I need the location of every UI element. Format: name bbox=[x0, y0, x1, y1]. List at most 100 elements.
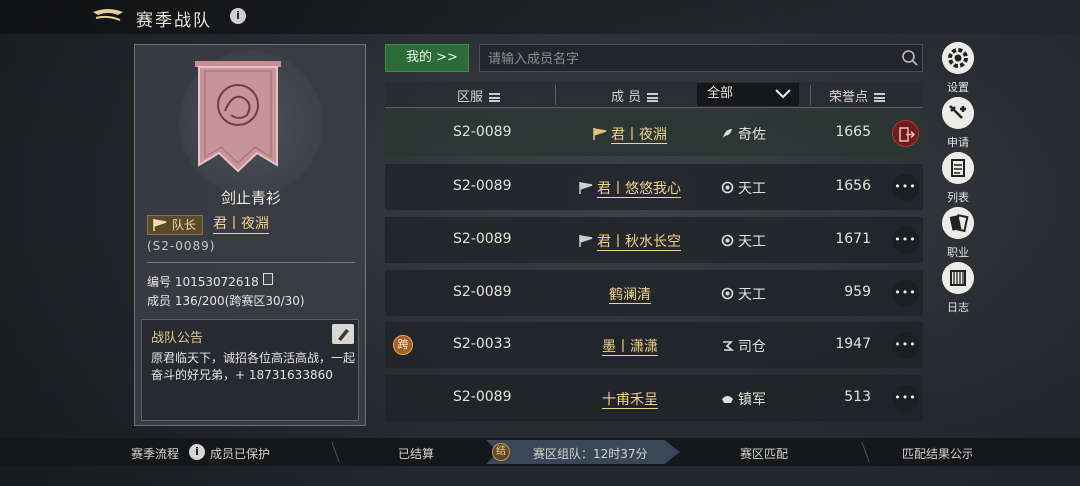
copy-icon[interactable] bbox=[263, 273, 273, 285]
my-position-button[interactable]: 我的 >> bbox=[385, 44, 469, 72]
chevron-down-icon bbox=[775, 89, 791, 99]
team-info-panel: 剑止青衫 队长 君丨夜淵 (S2-0089) 编号 10153072618 成员… bbox=[134, 44, 366, 426]
leave-team-button[interactable] bbox=[892, 120, 919, 147]
exit-icon bbox=[899, 127, 916, 142]
table-row[interactable]: 跨 S2-0033 墨丨潇潇 司仓 1947 bbox=[385, 322, 923, 368]
log-button[interactable]: 日志 bbox=[940, 262, 976, 315]
stage-match: 赛区匹配 bbox=[740, 447, 789, 461]
row-profession: 天工 bbox=[721, 284, 766, 304]
profession-label: 司仓 bbox=[738, 339, 766, 355]
member-header-label: 成 员 bbox=[611, 90, 642, 105]
row-member-name[interactable]: 十甫禾呈 bbox=[565, 389, 695, 409]
row-honor: 1656 bbox=[835, 178, 871, 194]
profession-filter-select[interactable]: 全部 bbox=[697, 83, 799, 106]
more-options-button[interactable] bbox=[892, 385, 919, 412]
column-divider bbox=[810, 85, 811, 105]
sort-icon bbox=[489, 93, 501, 102]
sort-member-header[interactable]: 成 员 bbox=[611, 86, 659, 105]
row-honor: 1947 bbox=[835, 336, 871, 352]
more-options-button[interactable] bbox=[892, 280, 919, 307]
member-name-link[interactable]: 十甫禾呈 bbox=[602, 392, 658, 409]
stage-result: 匹配结果公示 bbox=[902, 447, 972, 461]
table-row[interactable]: S2-0089 十甫禾呈 镇军 513 bbox=[385, 375, 923, 421]
table-row[interactable]: S2-0089 鹤澜清 天工 959 bbox=[385, 270, 923, 316]
profession-icon bbox=[721, 234, 734, 247]
stage-divider bbox=[852, 442, 870, 462]
log-label: 日志 bbox=[947, 301, 969, 314]
row-server: S2-0033 bbox=[453, 336, 512, 352]
table-row[interactable]: S2-0089 君丨悠悠我心 天工 1656 bbox=[385, 164, 923, 210]
more-options-button[interactable] bbox=[892, 332, 919, 359]
row-member-name[interactable]: 君丨秋水长空 bbox=[565, 231, 695, 251]
profession-label: 天工 bbox=[738, 287, 766, 303]
notice-title: 战队公告 bbox=[151, 331, 204, 346]
table-row[interactable]: S2-0089 君丨夜淵 奇佐 1665 bbox=[385, 110, 923, 156]
server-header-label: 区服 bbox=[457, 90, 484, 105]
apply-button[interactable]: 申请 bbox=[940, 97, 976, 150]
divider bbox=[147, 262, 355, 263]
flag-icon bbox=[153, 219, 167, 231]
profession-label: 天工 bbox=[738, 181, 766, 197]
honor-header-label: 荣誉点 bbox=[829, 90, 869, 105]
profession-icon bbox=[723, 341, 734, 351]
settings-button[interactable]: 设置 bbox=[940, 42, 976, 95]
row-profession: 奇佐 bbox=[721, 124, 766, 144]
gear-icon bbox=[942, 42, 974, 74]
officer-flag-icon bbox=[579, 235, 593, 247]
profession-label: 天工 bbox=[738, 234, 766, 250]
stage-divider bbox=[322, 442, 340, 462]
profession-icon bbox=[721, 287, 734, 300]
row-profession: 天工 bbox=[721, 231, 766, 251]
search-box bbox=[479, 44, 923, 72]
row-member-name[interactable]: 墨丨潇潇 bbox=[565, 336, 695, 356]
row-honor: 513 bbox=[844, 389, 871, 405]
team-notice-box: 战队公告 原君临天下，诚招各位高活高战，一起奋斗的好兄弟，+ 187316338… bbox=[141, 319, 359, 421]
member-name-link[interactable]: 鹤澜清 bbox=[609, 287, 651, 304]
team-id: 编号 10153072618 bbox=[147, 275, 259, 289]
info-icon[interactable]: i bbox=[189, 444, 205, 460]
notice-text: 原君临天下，诚招各位高活高战，一起奋斗的好兄弟，+ 18731633860 bbox=[151, 351, 356, 382]
apply-label: 申请 bbox=[947, 136, 969, 149]
back-arrow-icon[interactable] bbox=[90, 6, 126, 28]
member-name-link[interactable]: 君丨秋水长空 bbox=[597, 234, 681, 251]
row-honor: 1671 bbox=[835, 231, 871, 247]
sort-honor-header[interactable]: 荣誉点 bbox=[829, 86, 886, 105]
log-icon bbox=[942, 262, 974, 294]
table-row[interactable]: S2-0089 君丨秋水长空 天工 1671 bbox=[385, 217, 923, 263]
row-server: S2-0089 bbox=[453, 284, 512, 300]
info-icon[interactable]: i bbox=[230, 8, 246, 24]
member-name-link[interactable]: 君丨悠悠我心 bbox=[597, 181, 681, 198]
edit-notice-icon[interactable] bbox=[332, 324, 354, 344]
list-icon bbox=[942, 152, 974, 184]
row-profession: 司仓 bbox=[721, 336, 766, 356]
page-title: 赛季战队 bbox=[136, 11, 212, 31]
member-search-input[interactable] bbox=[488, 49, 888, 69]
profession-button[interactable]: 职业 bbox=[940, 207, 976, 260]
more-options-button[interactable] bbox=[892, 227, 919, 254]
row-honor: 959 bbox=[844, 284, 871, 300]
stage-badge: 结 bbox=[492, 443, 510, 461]
member-name-link[interactable]: 墨丨潇潇 bbox=[602, 339, 658, 356]
team-banner-emblem bbox=[195, 61, 281, 173]
profession-icon bbox=[942, 207, 974, 239]
season-progress-bar: 赛季流程 i 成员已保护 已结算 结 赛区组队：12时37分 赛区匹配 匹配结果… bbox=[0, 438, 1080, 466]
stage-settled: 已结算 bbox=[398, 447, 435, 461]
list-label: 列表 bbox=[947, 191, 969, 204]
leader-flag-icon bbox=[593, 128, 607, 140]
sort-server-header[interactable]: 区服 bbox=[457, 86, 501, 105]
member-name-link[interactable]: 君丨夜淵 bbox=[611, 127, 667, 144]
search-icon[interactable] bbox=[901, 49, 919, 67]
top-header: 赛季战队 i bbox=[0, 0, 1080, 34]
column-divider bbox=[555, 85, 556, 105]
row-member-name[interactable]: 君丨夜淵 bbox=[565, 124, 695, 144]
more-options-button[interactable] bbox=[892, 174, 919, 201]
leader-name-link[interactable]: 君丨夜淵 bbox=[213, 215, 269, 234]
row-member-name[interactable]: 君丨悠悠我心 bbox=[565, 178, 695, 198]
member-table-header: 区服 成 员 全部 荣誉点 bbox=[385, 82, 923, 108]
protected-status: 成员已保护 bbox=[210, 447, 271, 461]
row-profession: 天工 bbox=[721, 178, 766, 198]
row-member-name[interactable]: 鹤澜清 bbox=[565, 284, 695, 304]
cross-region-badge: 跨 bbox=[393, 335, 413, 355]
leader-server: (S2-0089) bbox=[147, 239, 216, 253]
list-button[interactable]: 列表 bbox=[940, 152, 976, 205]
